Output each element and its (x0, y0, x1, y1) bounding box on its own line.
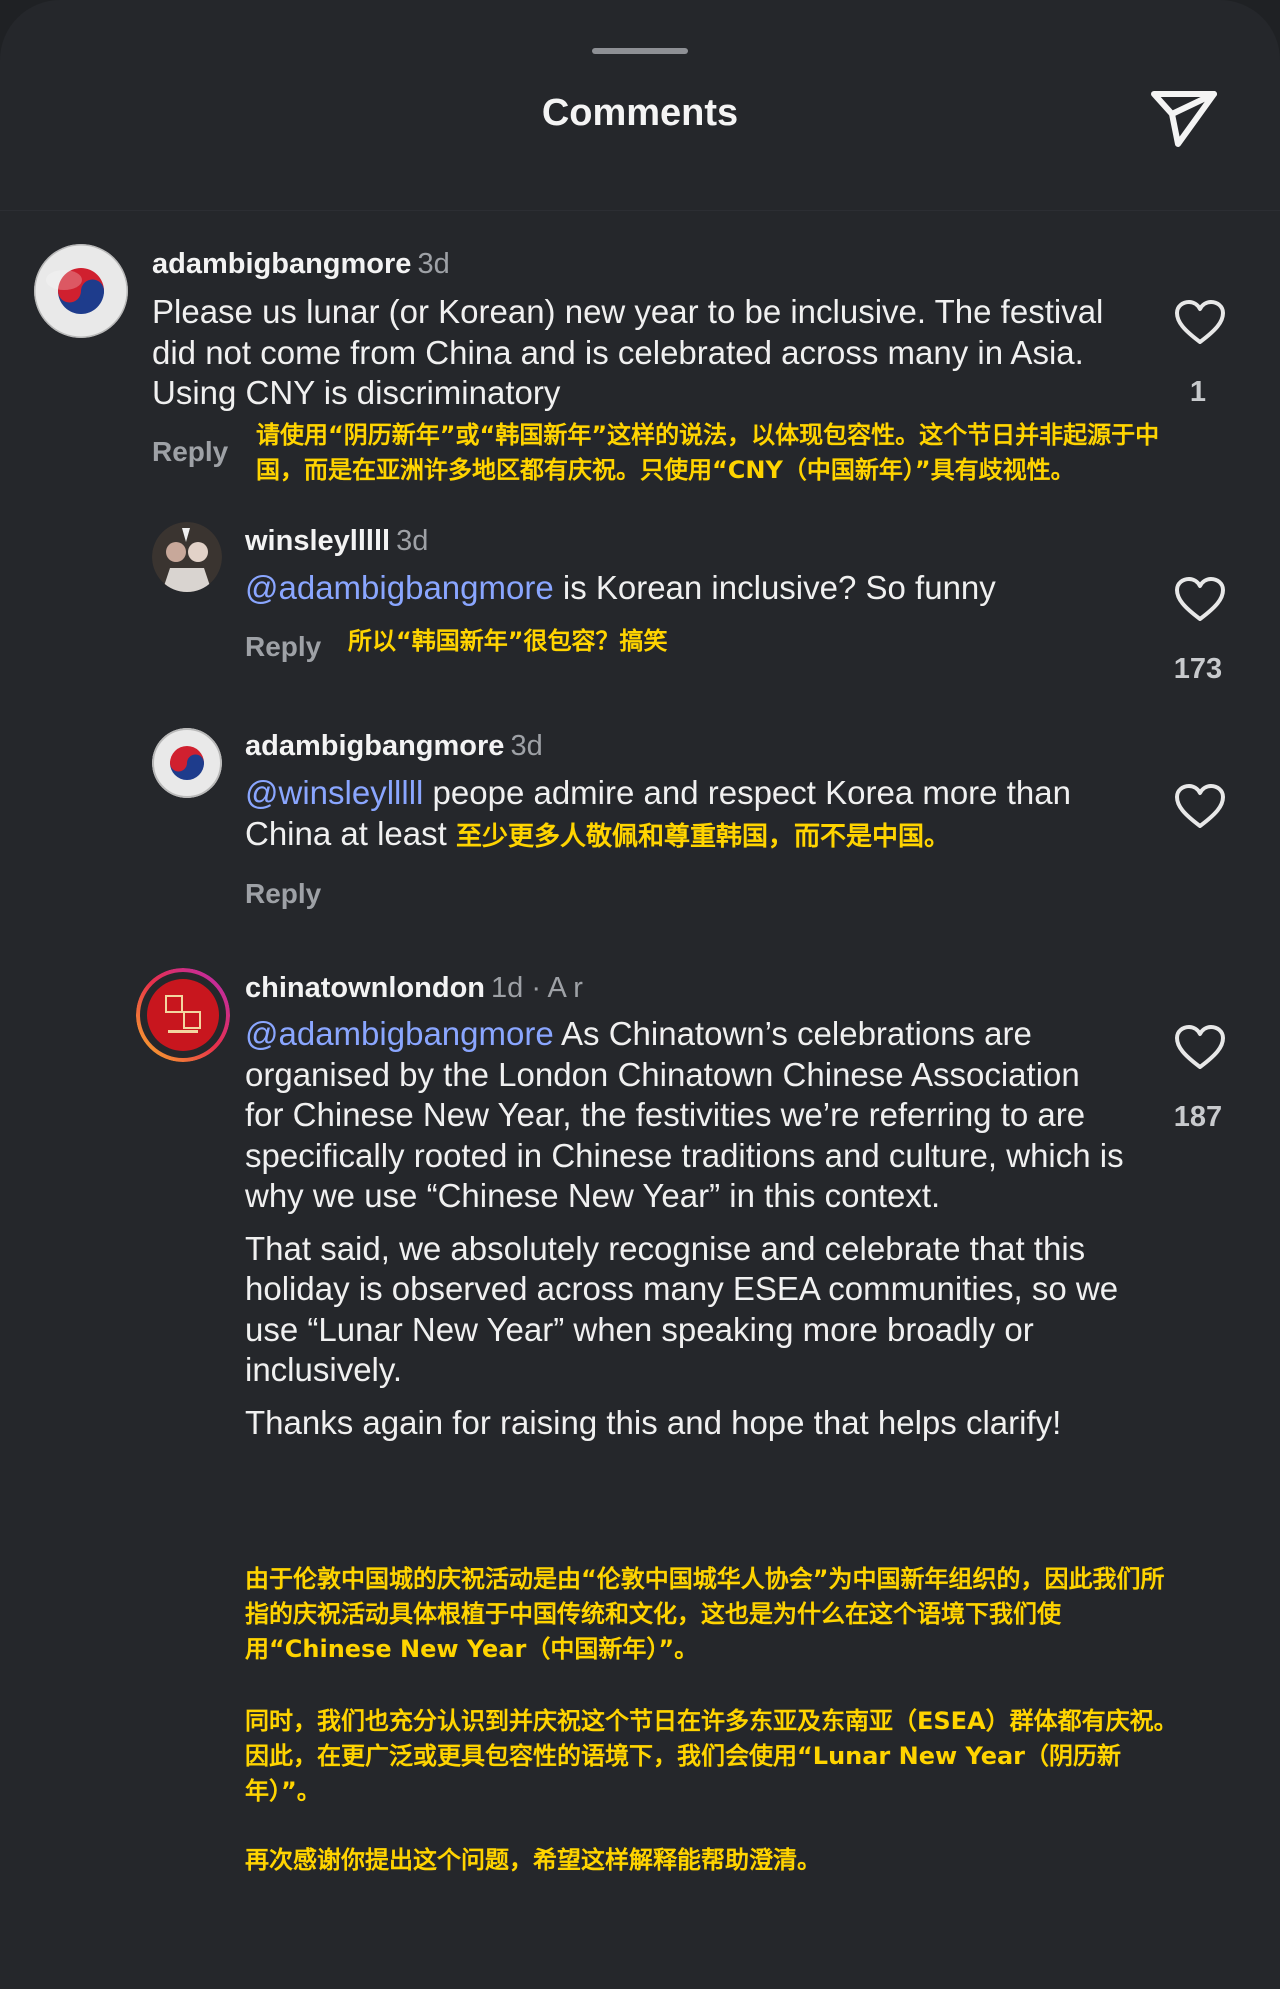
comment-time: 1d · A r (491, 972, 583, 1004)
reply-button[interactable]: Reply (245, 878, 321, 910)
drag-handle[interactable] (592, 48, 688, 54)
avatar[interactable] (152, 522, 222, 592)
heart-icon[interactable] (1174, 784, 1226, 830)
mention-link[interactable]: @winsleylllll (245, 774, 423, 811)
comment-username[interactable]: adambigbangmore 3d (245, 730, 543, 763)
avatar[interactable] (136, 968, 230, 1062)
reply-button[interactable]: Reply (152, 436, 228, 468)
comment-time: 3d (396, 525, 429, 557)
comment-username[interactable]: winsleylllll 3d (245, 525, 428, 558)
translation-text: 请使用“阴历新年”或“韩国新年”这样的说法，以体现包容性。这个节日并非起源于中国… (256, 421, 1160, 484)
translation-text: 所以“韩国新年”很包容？搞笑 (348, 627, 668, 655)
like-count: 1 (1189, 376, 1207, 408)
like-count: 187 (1173, 1101, 1223, 1133)
heart-icon[interactable] (1174, 1025, 1226, 1071)
translation-text: 至少更多人敬佩和尊重韩国，而不是中国。 (455, 821, 950, 852)
comment-text: @adambigbangmore is Korean inclusive? So… (245, 569, 996, 606)
heart-icon[interactable] (1174, 577, 1226, 623)
mention-link[interactable]: @adambigbangmore (245, 569, 554, 606)
avatar[interactable] (34, 244, 128, 338)
comment-time: 3d (417, 248, 450, 280)
translation-text: 同时，我们也充分认识到并庆祝这个节日在许多东亚及东南亚（ESEA）群体都有庆祝。… (245, 1707, 1178, 1805)
like-count: 173 (1173, 653, 1223, 685)
comment-text: @adambigbangmore As Chinatown’s celebrat… (245, 1014, 1125, 1443)
comment-text: @winsleylllll peope admire and respect K… (245, 774, 1071, 852)
translation-text: 再次感谢你提出这个问题，希望这样解释能帮助澄清。 (245, 1846, 821, 1874)
mention-link[interactable]: @adambigbangmore (245, 1015, 554, 1052)
reply-button[interactable]: Reply (245, 631, 321, 663)
comment-paragraph: Thanks again for raising this and hope t… (245, 1403, 1062, 1441)
comment-username[interactable]: chinatownlondon 1d · A r (245, 972, 583, 1005)
header-divider (0, 210, 1280, 211)
comment-username[interactable]: adambigbangmore 3d (152, 248, 450, 281)
avatar[interactable] (152, 728, 222, 798)
translation-text: 由于伦敦中国城的庆祝活动是由“伦敦中国城华人协会”为中国新年组织的，因此我们所指… (245, 1565, 1165, 1663)
comment-paragraph: That said, we absolutely recognise and c… (245, 1229, 1119, 1389)
heart-icon[interactable] (1174, 300, 1226, 346)
comment-time: 3d (510, 730, 543, 762)
comment-text: Please us lunar (or Korean) new year to … (152, 293, 1104, 411)
send-icon[interactable] (1148, 86, 1220, 152)
page-title: Comments (541, 92, 739, 134)
